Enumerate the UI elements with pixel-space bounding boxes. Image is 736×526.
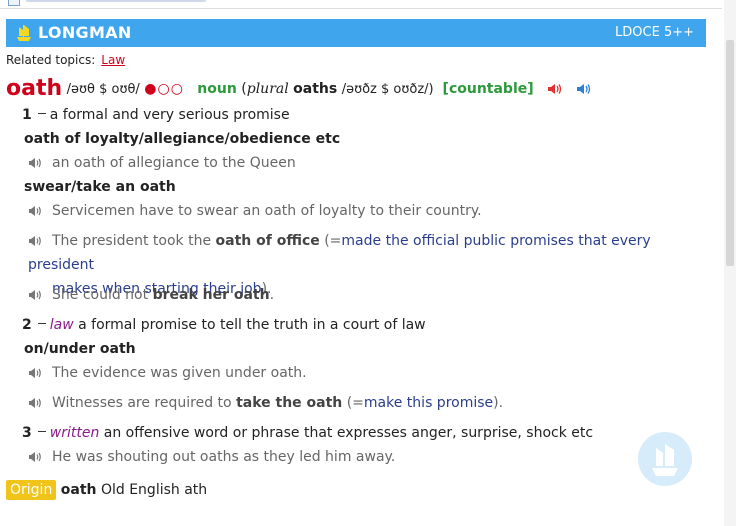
example-text: an oath of allegiance to the Queen: [52, 155, 296, 171]
dictionary-header: LONGMAN LDOCE 5++: [6, 19, 706, 47]
example-audio-icon[interactable]: [28, 289, 42, 301]
sense-definition: an offensive word or phrase that express…: [103, 425, 594, 441]
example-audio-icon[interactable]: [28, 157, 42, 169]
origin-word: oath: [60, 482, 97, 498]
plural-pronunciation: /əʊðz $ oʊðz/): [341, 82, 434, 97]
origin-tag: Origin: [6, 480, 57, 500]
gloss-close: ).: [493, 395, 504, 411]
dictionary-version[interactable]: LDOCE 5++: [615, 25, 694, 40]
american-audio-icon[interactable]: [576, 82, 592, 96]
previous-entry-text: [26, 0, 206, 2]
example-highlight: take the oath: [236, 395, 343, 411]
related-topics-label: Related topics:: [6, 53, 96, 67]
sense-number: 3: [22, 425, 32, 441]
example-text: The president took the: [52, 233, 212, 249]
plural-label: plural: [246, 81, 289, 97]
grammar-code: countable: [448, 81, 528, 97]
example-end: .: [269, 287, 275, 303]
gloss-open: (=: [346, 395, 364, 411]
gram-close: ]: [527, 81, 534, 97]
example-text: He was shouting out oaths as they led hi…: [52, 449, 396, 465]
example: He was shouting out oaths as they led hi…: [28, 445, 395, 469]
example-audio-icon[interactable]: [28, 367, 42, 379]
example: an oath of allegiance to the Queen: [28, 151, 296, 175]
example: Witnesses are required to take the oath …: [28, 391, 503, 415]
origin-text: Old English ath: [100, 482, 208, 498]
longman-ship-icon: [17, 25, 31, 41]
sense-2: 2 law a formal promise to tell the truth …: [22, 317, 426, 333]
example-highlight: break her oath: [152, 287, 270, 303]
plural-word: oaths: [293, 81, 338, 97]
example: She could not break her oath.: [28, 283, 274, 307]
example-text: Servicemen have to swear an oath of loya…: [52, 203, 482, 219]
origin-section: Origin oath Old English ath: [6, 480, 208, 500]
example-audio-icon[interactable]: [28, 397, 42, 409]
sense-3: 3 written an offensive word or phrase tha…: [22, 425, 593, 441]
example-highlight: oath of office: [215, 233, 320, 249]
previous-entry-strip: [0, 0, 722, 9]
gloss: make this promise: [363, 395, 494, 411]
example-text: Witnesses are required to: [52, 395, 232, 411]
vertical-scrollbar[interactable]: [724, 0, 736, 526]
scrollbar-thumb[interactable]: [726, 40, 734, 266]
brand-name: LONGMAN: [38, 23, 132, 42]
frequency-indicator: ●○○: [144, 81, 184, 97]
example-audio-icon[interactable]: [28, 235, 42, 247]
example-audio-icon[interactable]: [28, 451, 42, 463]
collocation: oath of loyalty/allegiance/obedience etc: [24, 131, 341, 147]
sense-number: 2: [22, 317, 32, 333]
headword: oath: [6, 76, 63, 101]
collocation: on/under oath: [24, 341, 136, 357]
longman-floating-button[interactable]: [638, 432, 692, 486]
entry-head: oath /əʊθ $ oʊθ/ ●○○ noun (plural oaths …: [6, 76, 592, 101]
register-label: law: [49, 317, 74, 333]
example: Servicemen have to swear an oath of loya…: [28, 199, 482, 223]
example-audio-icon[interactable]: [28, 205, 42, 217]
longman-ship-icon: [652, 444, 678, 476]
topic-link-law[interactable]: Law: [101, 53, 125, 67]
checkbox-icon[interactable]: [8, 0, 20, 6]
related-topics: Related topics: Law: [6, 53, 125, 67]
sense-definition: a formal promise to tell the truth in a …: [78, 317, 426, 333]
register-label: written: [49, 425, 100, 441]
part-of-speech: noun: [197, 81, 237, 97]
sense-1: 1 a formal and very serious promise: [22, 107, 290, 123]
example-text: The evidence was given under oath.: [52, 365, 307, 381]
british-audio-icon[interactable]: [547, 82, 563, 96]
example-text: She could not: [52, 287, 149, 303]
gloss-open: (=: [324, 233, 342, 249]
sense-definition: a formal and very serious promise: [49, 107, 290, 123]
example: The evidence was given under oath.: [28, 361, 307, 385]
pronunciation: /əʊθ $ oʊθ/: [66, 82, 140, 97]
collocation: swear/take an oath: [24, 179, 176, 195]
sense-number: 1: [22, 107, 32, 123]
